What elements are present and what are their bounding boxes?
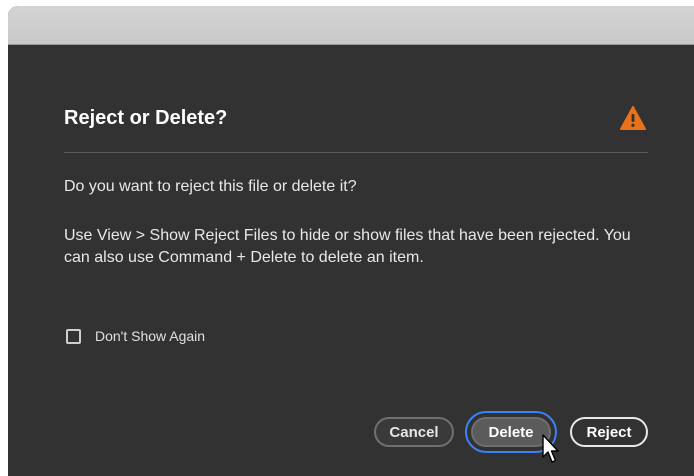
warning-icon [620, 106, 646, 130]
window-titlebar[interactable] [8, 6, 694, 45]
cancel-button[interactable]: Cancel [374, 417, 454, 447]
title-divider [64, 152, 648, 153]
dont-show-again-row[interactable]: Don't Show Again [66, 328, 205, 344]
mouse-pointer-icon [542, 434, 559, 463]
dont-show-again-checkbox[interactable] [66, 328, 81, 344]
dialog-question: Do you want to reject this file or delet… [64, 178, 357, 195]
dont-show-again-label[interactable]: Don't Show Again [95, 328, 205, 344]
application-window: Reject or Delete? Do you want to reject … [8, 6, 694, 476]
dialog-description: Use View > Show Reject Files to hide or … [64, 227, 631, 266]
reject-delete-dialog: Reject or Delete? Do you want to reject … [8, 45, 694, 476]
reject-button[interactable]: Reject [570, 417, 648, 447]
delete-button[interactable]: Delete [471, 417, 551, 447]
dialog-title: Reject or Delete? [64, 107, 228, 129]
